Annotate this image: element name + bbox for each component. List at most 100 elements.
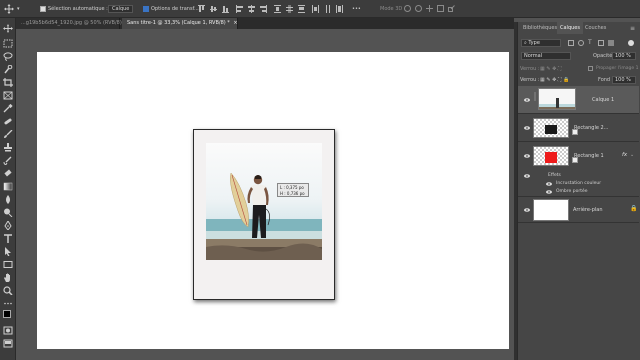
move-icon[interactable] [3, 24, 13, 33]
layer-name: Rectangle 1 [574, 153, 604, 159]
close-icon[interactable]: × [233, 20, 237, 26]
auto-select-checkbox[interactable] [40, 5, 46, 12]
visibility-eye-icon[interactable] [524, 126, 530, 130]
clone-stamp-icon[interactable] [3, 143, 13, 152]
chevron-down-icon[interactable]: ⌄ [630, 152, 634, 158]
surfer-photo[interactable] [206, 143, 322, 260]
align-vcenter-icon[interactable] [210, 5, 217, 13]
crop-icon[interactable] [3, 78, 13, 87]
tab-label: Sans titre-1 @ 33,3% (Calque 1, RVB/8) * [127, 20, 230, 26]
distribute-right-icon[interactable] [336, 5, 343, 13]
filter-pixel-icon[interactable] [568, 40, 574, 46]
visibility-eye-icon[interactable] [524, 208, 530, 212]
drag-3d-icon[interactable] [426, 5, 433, 12]
effect-eye-icon[interactable] [546, 182, 552, 186]
layer-row-rectangle-1[interactable]: Rectangle 1 fx ⌄ [518, 142, 639, 170]
effect-drop-shadow[interactable]: Ombre portée [556, 189, 588, 194]
lock-options-icons[interactable]: ▦ ✎ ✥ ⛶ 🔒 [540, 77, 569, 83]
distribute-top-icon[interactable] [274, 5, 281, 13]
tab-document-1[interactable]: ...g19b5b6d54_1920.jpg @ 50% (RVB/8) × [16, 18, 130, 29]
path-selection-icon[interactable] [3, 247, 13, 256]
lasso-icon[interactable] [3, 52, 13, 61]
visibility-eye-icon[interactable] [524, 98, 530, 102]
effects-eye-icon[interactable] [524, 174, 530, 178]
slide-3d-icon[interactable] [437, 5, 444, 12]
distribute-vcenter-icon[interactable] [286, 5, 293, 13]
layer-thumbnail [533, 146, 569, 166]
healing-brush-icon[interactable] [3, 117, 13, 126]
align-hcenter-icon[interactable] [248, 5, 255, 13]
lock-icons[interactable]: ▦ ✎ ✥ ⛶ [540, 66, 561, 72]
screen-mode-icon[interactable] [3, 339, 13, 348]
gradient-icon[interactable] [3, 182, 13, 191]
eyedropper-icon[interactable] [3, 103, 13, 113]
align-top-icon[interactable] [198, 5, 205, 13]
tab-libraries[interactable]: Bibliothèques [520, 22, 560, 34]
dodge-icon[interactable] [3, 208, 13, 218]
zoom-icon[interactable] [3, 286, 13, 296]
distribute-hcenter-icon[interactable] [324, 5, 331, 13]
auto-select-label: Sélection automatique : [48, 6, 108, 12]
transform-checkbox[interactable] [143, 5, 149, 12]
propagate-checkbox[interactable] [588, 66, 593, 71]
effect-color-overlay[interactable]: Incrustation couleur [556, 181, 601, 186]
quick-mask-icon[interactable] [3, 326, 13, 335]
lock-icon[interactable]: 🔒 [630, 205, 637, 212]
align-bottom-icon[interactable] [222, 5, 229, 13]
frame-icon[interactable] [3, 91, 13, 100]
filter-smart-object-icon[interactable] [608, 40, 614, 46]
auto-select-dropdown[interactable]: Calque [108, 4, 134, 14]
blur-icon[interactable] [3, 195, 13, 204]
propagate-label: Propager l'image 1 [596, 66, 639, 71]
opacity-input[interactable]: 100 % [612, 52, 636, 60]
visibility-eye-icon[interactable] [524, 154, 530, 158]
roll-3d-icon[interactable] [415, 5, 422, 12]
layer-thumbnail [533, 199, 569, 221]
pen-icon[interactable] [3, 220, 13, 231]
scale-3d-icon[interactable] [448, 5, 455, 12]
distribute-left-icon[interactable] [312, 5, 319, 13]
auto-select-toggle[interactable]: Sélection automatique : [40, 4, 108, 14]
type-icon[interactable] [3, 234, 13, 243]
blend-mode-dropdown[interactable]: Normal [521, 52, 571, 60]
lock-label-2: Verrou : [520, 77, 540, 83]
transform-controls-toggle[interactable]: Options de transf... [143, 4, 199, 14]
fill-input[interactable]: 100 % [612, 76, 636, 84]
layer-row-calque-1[interactable]: Calque 1 [518, 86, 639, 114]
layer-filter-dropdown[interactable]: ⌕ Type [521, 39, 561, 47]
align-right-icon[interactable] [260, 5, 267, 13]
filter-toggle-icon[interactable] [628, 40, 634, 46]
move-tool-icon[interactable] [4, 4, 14, 14]
align-left-icon[interactable] [236, 5, 243, 13]
layer-filter-label: Type [528, 40, 540, 46]
eraser-icon[interactable] [3, 169, 13, 178]
auto-select-value[interactable]: Calque [108, 5, 134, 13]
foreground-color-swatch[interactable] [3, 310, 11, 318]
rectangle-icon[interactable] [3, 260, 13, 269]
more-options-icon[interactable]: ••• [352, 4, 361, 14]
effect-eye-icon[interactable] [546, 190, 552, 194]
layer-thumbnail [533, 118, 569, 138]
history-brush-icon[interactable] [3, 156, 13, 166]
chevron-down-icon[interactable]: ▾ [17, 4, 20, 14]
hand-icon[interactable] [3, 273, 13, 282]
layer-row-rectangle-2[interactable]: Rectangle 2... [518, 114, 639, 142]
more-tools-icon[interactable] [3, 299, 13, 308]
quick-selection-icon[interactable] [3, 64, 13, 74]
distribute-bottom-icon[interactable] [298, 5, 305, 13]
filter-shape-icon[interactable] [598, 40, 604, 46]
filter-adjustment-icon[interactable] [578, 40, 584, 46]
panel-menu-icon[interactable]: ≡ [630, 25, 635, 32]
fx-icon[interactable]: fx [622, 152, 627, 158]
layer-thumbnail [538, 88, 576, 110]
brush-icon[interactable] [3, 129, 13, 139]
filter-type-icon[interactable]: T [588, 39, 592, 46]
rotate-3d-icon[interactable] [404, 5, 411, 12]
marquee-icon[interactable] [3, 39, 13, 48]
tab-layers[interactable]: Calques [557, 22, 583, 34]
tab-document-2[interactable]: Sans titre-1 @ 33,3% (Calque 1, RVB/8) *… [122, 18, 238, 29]
mode-3d-label: Mode 3D : [380, 6, 406, 12]
layer-row-background[interactable]: Arrière-plan 🔒 [518, 197, 639, 223]
document-tabs: ...g19b5b6d54_1920.jpg @ 50% (RVB/8) × S… [16, 18, 514, 29]
tab-channels[interactable]: Couches [582, 22, 609, 34]
